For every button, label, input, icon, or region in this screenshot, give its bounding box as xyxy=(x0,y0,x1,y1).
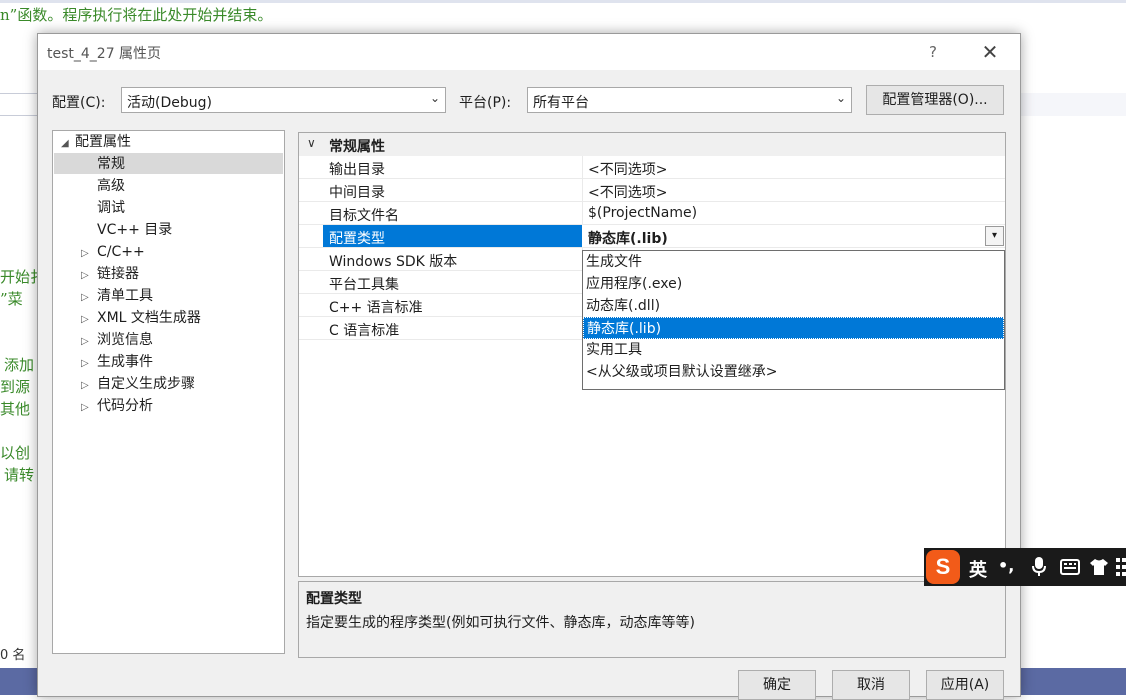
collapsed-triangle-icon: ▷ xyxy=(81,380,89,391)
property-row-config-type[interactable]: 配置类型 静态库(.lib) ▾ xyxy=(299,225,1005,248)
apply-button[interactable]: 应用(A) xyxy=(926,670,1004,700)
dropdown-option[interactable]: <从父级或项目默认设置继承> xyxy=(583,361,1004,383)
code-comment-line: 请转 xyxy=(4,466,35,484)
dialog-title: test_4_27 属性页 xyxy=(47,46,162,62)
dropdown-option[interactable]: 实用工具 xyxy=(583,339,1004,361)
tree-root-config-properties[interactable]: ◢ 配置属性 xyxy=(61,131,131,153)
help-button[interactable]: ? xyxy=(922,40,944,64)
ok-button[interactable]: 确定 xyxy=(738,670,816,700)
config-select[interactable]: 活动(Debug) ⌄ xyxy=(121,87,446,113)
dropdown-option[interactable]: 应用程序(.exe) xyxy=(583,273,1004,295)
config-label: 配置(C): xyxy=(52,95,106,111)
description-title: 配置类型 xyxy=(306,591,362,607)
code-comment-line: ”菜 xyxy=(0,290,23,308)
collapsed-triangle-icon: ▷ xyxy=(81,248,89,259)
property-row[interactable]: 目标文件名 $(ProjectName) xyxy=(299,202,1005,225)
platform-select-value: 所有平台 xyxy=(533,95,589,111)
skin-icon[interactable] xyxy=(1089,558,1109,576)
chevron-down-icon: ⌄ xyxy=(429,91,440,105)
tree-item-linker[interactable]: ▷ 链接器 xyxy=(81,263,139,285)
tree-item-browse-info[interactable]: ▷ 浏览信息 xyxy=(81,329,153,351)
ime-mode-toggle[interactable]: 英 xyxy=(969,556,987,582)
tree-item-general[interactable]: 常规 xyxy=(97,153,125,175)
editor-top-border xyxy=(0,0,1126,3)
tree-item-c-cpp[interactable]: ▷ C/C++ xyxy=(81,241,145,263)
section-general-properties[interactable]: ∨ 常规属性 xyxy=(299,133,1005,156)
property-pages-dialog: test_4_27 属性页 ? ✕ 配置(C): 活动(Debug) ⌄ 平台(… xyxy=(37,33,1021,700)
dropdown-option-selected[interactable]: 静态库(.lib) xyxy=(583,317,1004,339)
collapsed-triangle-icon: ▷ xyxy=(81,358,89,369)
tree-item-advanced[interactable]: 高级 xyxy=(97,175,125,197)
column-divider xyxy=(582,179,583,202)
platform-label: 平台(P): xyxy=(459,95,512,111)
tree-item-custom-build-step[interactable]: ▷ 自定义生成步骤 xyxy=(81,373,195,395)
platform-select[interactable]: 所有平台 ⌄ xyxy=(527,87,852,113)
description-panel: 配置类型 指定要生成的程序类型(例如可执行文件、静态库，动态库等等) xyxy=(298,581,1006,658)
config-type-dropdown: 生成文件 应用程序(.exe) 动态库(.dll) 静态库(.lib) 实用工具… xyxy=(582,250,1005,390)
punctuation-toggle[interactable]: •, xyxy=(998,556,1014,575)
keyboard-icon[interactable] xyxy=(1060,559,1080,575)
property-row[interactable]: 输出目录 <不同选项> xyxy=(299,156,1005,179)
description-body: 指定要生成的程序类型(例如可执行文件、静态库，动态库等等) xyxy=(306,615,695,631)
chevron-down-icon[interactable]: ▾ xyxy=(985,226,1004,246)
collapsed-triangle-icon: ▷ xyxy=(81,292,89,303)
config-select-value: 活动(Debug) xyxy=(127,95,212,111)
column-divider xyxy=(582,202,583,225)
collapsed-triangle-icon: ▷ xyxy=(81,336,89,347)
chevron-down-icon: ⌄ xyxy=(835,91,846,105)
cancel-button[interactable]: 取消 xyxy=(832,670,910,700)
editor-scroll-area xyxy=(1019,93,1126,116)
column-divider xyxy=(582,156,583,179)
collapsed-triangle-icon: ▷ xyxy=(81,402,89,413)
tree-item-build-events[interactable]: ▷ 生成事件 xyxy=(81,351,153,373)
property-row[interactable]: 中间目录 <不同选项> xyxy=(299,179,1005,202)
chevron-down-icon: ∨ xyxy=(307,136,316,150)
grid-icon[interactable] xyxy=(1116,558,1126,576)
code-comment-line: 以创 xyxy=(0,444,31,462)
error-list-header: 0 名 xyxy=(0,648,26,663)
close-button[interactable]: ✕ xyxy=(978,40,1002,64)
tree-item-vc-directories[interactable]: VC++ 目录 xyxy=(97,219,172,241)
code-comment-line: 到源 xyxy=(0,378,31,396)
tree-item-manifest-tool[interactable]: ▷ 清单工具 xyxy=(81,285,153,307)
property-tree: ◢ 配置属性 常规 高级 调试 VC++ 目录 ▷ C/C++ ▷ 链接器 ▷ 清单工具… xyxy=(52,130,285,654)
dialog-titlebar[interactable]: test_4_27 属性页 ? ✕ xyxy=(38,34,1020,70)
ime-toolbar: S 英 •, xyxy=(924,548,1126,586)
code-comment-line: 其他 xyxy=(0,400,31,418)
mic-icon[interactable] xyxy=(1032,557,1046,577)
code-comment-line: 添加 xyxy=(4,356,35,374)
collapsed-triangle-icon: ▷ xyxy=(81,270,89,281)
collapsed-triangle-icon: ▷ xyxy=(81,314,89,325)
dropdown-option[interactable]: 动态库(.dll) xyxy=(583,295,1004,317)
tree-item-code-analysis[interactable]: ▷ 代码分析 xyxy=(81,395,153,417)
dropdown-option[interactable]: 生成文件 xyxy=(583,251,1004,273)
sogou-logo-icon[interactable]: S xyxy=(926,550,960,584)
config-manager-button[interactable]: 配置管理器(O)... xyxy=(866,85,1004,115)
tree-item-xml-doc-generator[interactable]: ▷ XML 文档生成器 xyxy=(81,307,201,329)
code-comment-line: n”函数。程序执行将在此处开始并结束。 xyxy=(0,6,273,24)
tree-item-debugging[interactable]: 调试 xyxy=(97,197,125,219)
tree-selection-highlight xyxy=(54,153,283,174)
expanded-triangle-icon: ◢ xyxy=(61,138,69,149)
